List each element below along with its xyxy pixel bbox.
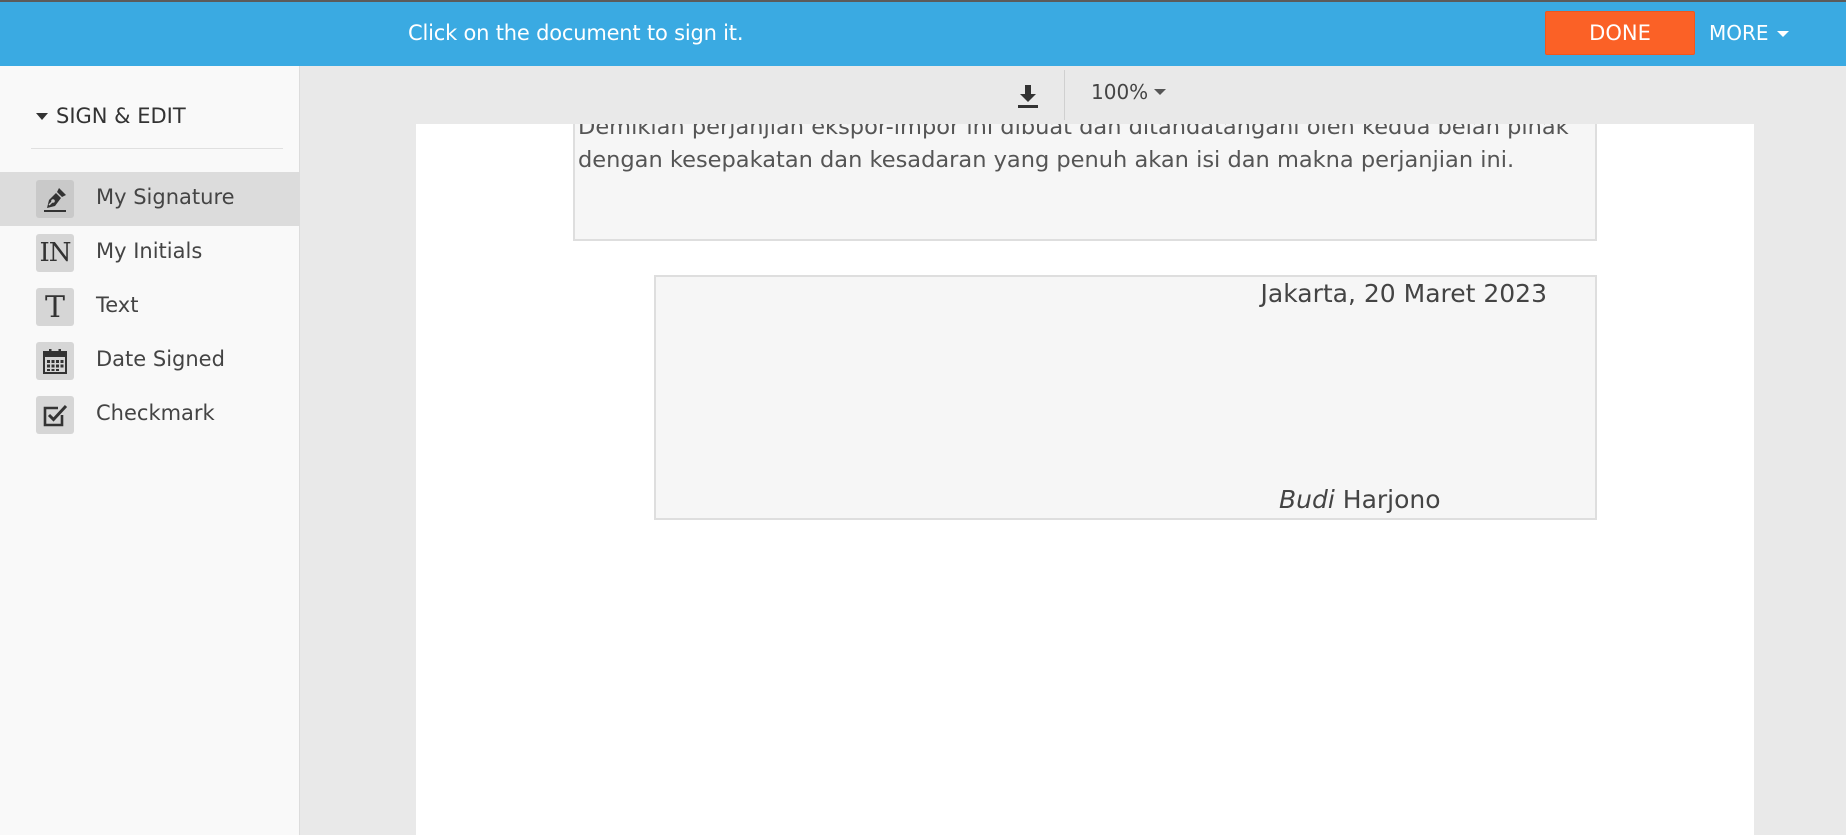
text-icon: T: [36, 288, 74, 326]
more-menu-button[interactable]: MORE: [1709, 11, 1789, 55]
download-button[interactable]: [1008, 76, 1048, 116]
sidebar-item-label: My Signature: [96, 185, 235, 209]
text-icon-glyph: T: [44, 289, 65, 325]
place-date: Jakarta, 20 Maret 2023: [1260, 279, 1547, 308]
viewer-toolbar: 100%: [300, 66, 1846, 124]
signer-last-name: Harjono: [1342, 485, 1441, 514]
chevron-down-icon: [1776, 31, 1789, 37]
sidebar-item-label: My Initials: [96, 239, 203, 263]
sidebar-item-my-initials[interactable]: IN My Initials: [0, 226, 299, 280]
document-viewport[interactable]: Demikian perjanjian ekspor-impor ini dib…: [300, 124, 1846, 835]
sidebar-item-my-signature[interactable]: My Signature: [0, 172, 299, 226]
signer-first-name: Budi: [1279, 485, 1335, 514]
pen-nib-icon: [36, 180, 74, 218]
zoom-dropdown[interactable]: 100%: [1091, 80, 1167, 104]
download-icon: [1018, 85, 1038, 108]
initials-icon-text: IN: [39, 238, 71, 268]
sidebar: SIGN & EDIT My Signature IN My Initials …: [0, 66, 300, 835]
initials-icon: IN: [36, 234, 74, 272]
calendar-icon: [36, 342, 74, 380]
sidebar-item-label: Checkmark: [96, 401, 215, 425]
toolbar-divider: [1064, 70, 1065, 120]
sign-edit-section-toggle[interactable]: SIGN & EDIT: [36, 104, 186, 128]
divider: [31, 148, 283, 149]
sidebar-item-checkmark[interactable]: Checkmark: [0, 388, 299, 442]
zoom-value: 100%: [1091, 80, 1149, 104]
sidebar-item-label: Text: [96, 293, 139, 317]
document-page[interactable]: Demikian perjanjian ekspor-impor ini dib…: [416, 124, 1754, 835]
chevron-down-icon: [1154, 89, 1167, 95]
signature-block[interactable]: Jakarta, 20 Maret 2023 Budi Harjono: [654, 275, 1597, 520]
closing-paragraph-block[interactable]: Demikian perjanjian ekspor-impor ini dib…: [573, 124, 1597, 241]
signer-name: Budi Harjono: [1279, 485, 1441, 514]
done-button[interactable]: DONE: [1545, 11, 1695, 55]
checkbox-icon: [36, 396, 74, 434]
caret-down-icon: [36, 112, 48, 120]
top-bar: Click on the document to sign it. DONE M…: [0, 0, 1846, 66]
more-label: MORE: [1709, 21, 1769, 45]
section-title: SIGN & EDIT: [56, 104, 186, 128]
instruction-message: Click on the document to sign it.: [408, 21, 744, 45]
sidebar-item-date-signed[interactable]: Date Signed: [0, 334, 299, 388]
sidebar-item-label: Date Signed: [96, 347, 225, 371]
sidebar-item-text[interactable]: T Text: [0, 280, 299, 334]
closing-paragraph: Demikian perjanjian ekspor-impor ini dib…: [578, 124, 1569, 173]
